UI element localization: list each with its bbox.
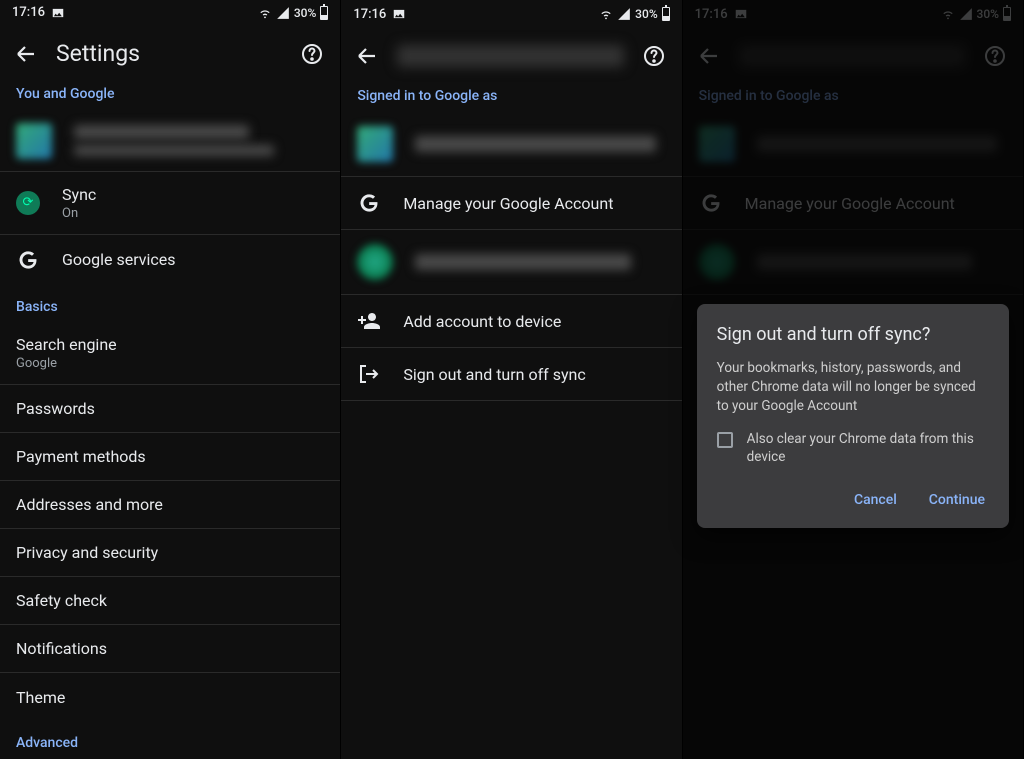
section-you-and-google: You and Google [0,82,340,110]
sync-row[interactable]: ⟳ Sync On [0,172,340,234]
app-bar [341,28,681,84]
sync-icon: ⟳ [16,191,40,215]
account-row[interactable] [0,110,340,172]
passwords-row[interactable]: Passwords [0,385,340,433]
status-bar: 17:16 30% [0,0,340,26]
dialog-checkbox-label: Also clear your Chrome data from this de… [747,430,989,466]
checkbox-icon[interactable] [717,432,733,448]
primary-account-row[interactable] [341,112,681,177]
status-time: 17:16 [353,7,386,22]
notifications-row[interactable]: Notifications [0,625,340,673]
dialog-checkbox-row[interactable]: Also clear your Chrome data from this de… [717,430,989,466]
payment-methods-row[interactable]: Payment methods [0,433,340,481]
theme-row[interactable]: Theme [0,673,340,721]
sign-out-dialog: Sign out and turn off sync? Your bookmar… [697,304,1009,528]
section-signed-in: Signed in to Google as [341,84,681,112]
dialog-body: Your bookmarks, history, passwords, and … [717,359,989,416]
account-name-redacted [74,125,249,139]
wifi-icon [599,7,613,21]
privacy-row[interactable]: Privacy and security [0,529,340,577]
app-bar: Settings [0,26,340,82]
help-icon[interactable] [642,44,666,68]
back-icon[interactable] [355,44,379,68]
status-bar: 17:16 30% [341,0,681,28]
google-icon [357,191,381,215]
status-battery-pct: 30% [294,6,316,20]
signal-icon [617,7,631,21]
continue-button[interactable]: Continue [925,486,989,514]
avatar [357,244,393,280]
avatar [16,123,52,159]
search-engine-row[interactable]: Search engine Google [0,323,340,385]
battery-icon [320,6,328,20]
sync-label: Sync [62,185,96,204]
account-email-redacted [415,136,655,152]
signal-icon [276,6,290,20]
sync-status: On [62,206,96,221]
search-engine-label: Search engine [16,335,117,354]
google-icon [16,248,40,272]
account-email-redacted [415,254,631,270]
dialog-title: Sign out and turn off sync? [717,324,989,345]
image-icon [51,6,65,20]
cancel-button[interactable]: Cancel [850,486,901,514]
page-title-redacted [397,45,623,67]
status-battery-pct: 30% [635,7,657,21]
person-add-icon [357,309,381,333]
addresses-row[interactable]: Addresses and more [0,481,340,529]
sign-out-icon [357,362,381,386]
section-basics: Basics [0,295,340,323]
image-icon [392,7,406,21]
sign-out-label: Sign out and turn off sync [403,365,585,384]
account-email-redacted [74,145,274,156]
secondary-account-row[interactable] [341,230,681,295]
search-engine-value: Google [16,356,117,371]
help-icon[interactable] [300,42,324,66]
safety-check-row[interactable]: Safety check [0,577,340,625]
manage-account-label: Manage your Google Account [403,194,613,213]
back-icon[interactable] [14,42,38,66]
battery-icon [662,7,670,21]
sign-out-row[interactable]: Sign out and turn off sync [341,348,681,401]
wifi-icon [258,6,272,20]
section-advanced: Advanced [0,731,340,759]
panel-settings: 17:16 30% Settings You and Google ⟳ [0,0,341,759]
panel-account: 17:16 30% Signed in to Google as Manage … [341,0,682,759]
avatar [357,126,393,162]
panel-signout-dialog: 17:16 30% Signed in to Google as Manage … [683,0,1024,759]
add-account-row[interactable]: Add account to device [341,295,681,348]
page-title: Settings [56,40,282,67]
google-services-label: Google services [62,250,176,269]
manage-account-row[interactable]: Manage your Google Account [341,177,681,230]
dialog-actions: Cancel Continue [717,482,989,518]
google-services-row[interactable]: Google services [0,235,340,285]
add-account-label: Add account to device [403,312,561,331]
status-time: 17:16 [12,5,45,20]
